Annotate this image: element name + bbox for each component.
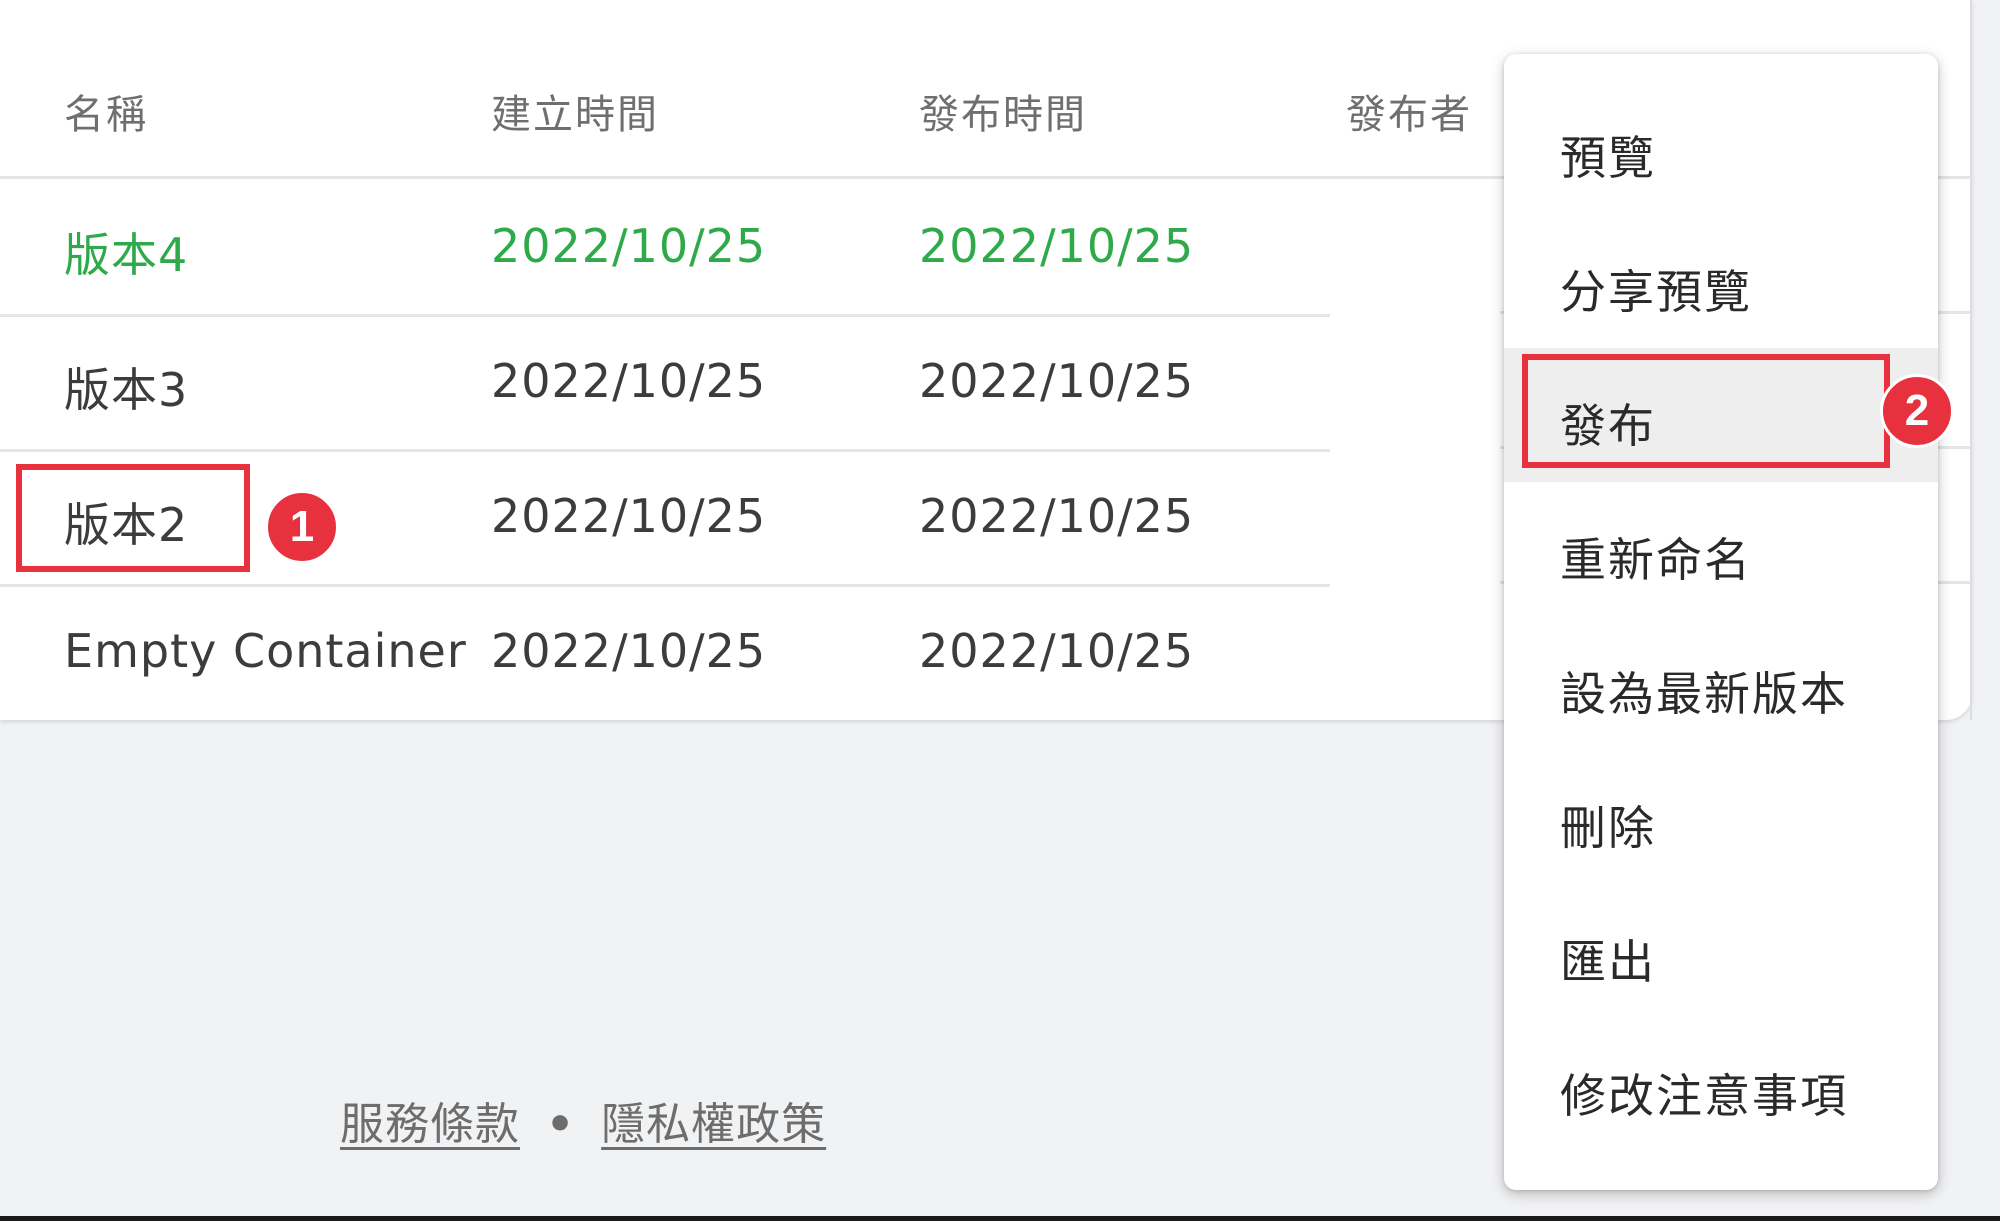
menu-item-rename[interactable]: 重新命名 [1504, 482, 1938, 616]
bottom-edge [0, 1216, 2000, 1221]
version-context-menu: 預覽 分享預覽 發布 重新命名 設為最新版本 刪除 匯出 修改注意事項 [1504, 54, 1938, 1190]
table-row-version4[interactable]: 版本4 2022/10/25 2022/10/25 [0, 179, 1330, 317]
version-name: 版本3 [64, 363, 189, 417]
annotation-badge-1: 1 [265, 490, 339, 564]
privacy-link[interactable]: 隱私權政策 [601, 1099, 826, 1150]
menu-item-label: 修改注意事項 [1560, 1069, 1848, 1123]
column-header-created[interactable]: 建立時間 [491, 82, 659, 140]
menu-item-label: 設為最新版本 [1560, 667, 1848, 721]
annotation-highlight-publish [1522, 354, 1890, 468]
menu-item-label: 重新命名 [1560, 533, 1752, 587]
menu-item-label: 預覽 [1560, 131, 1656, 185]
menu-item-label: 刪除 [1560, 801, 1656, 855]
created-date: 2022/10/25 [491, 624, 767, 678]
created-date: 2022/10/25 [491, 354, 767, 408]
footer-separator: • [546, 1099, 576, 1150]
published-date: 2022/10/25 [919, 489, 1195, 543]
menu-item-delete[interactable]: 刪除 [1504, 750, 1938, 884]
column-header-publisher[interactable]: 發布者 [1346, 82, 1472, 140]
menu-item-preview[interactable]: 預覽 [1504, 80, 1938, 214]
page: 名稱 建立時間 發布時間 發布者 版本4 2022/10/25 2022/10/… [0, 0, 2000, 1221]
menu-item-edit-notes[interactable]: 修改注意事項 [1504, 1018, 1938, 1152]
table-row-version3[interactable]: 版本3 2022/10/25 2022/10/25 [0, 314, 1330, 452]
created-date: 2022/10/25 [491, 489, 767, 543]
published-date: 2022/10/25 [919, 624, 1195, 678]
published-date: 2022/10/25 [919, 354, 1195, 408]
terms-link[interactable]: 服務條款 [340, 1099, 520, 1150]
menu-item-set-latest[interactable]: 設為最新版本 [1504, 616, 1938, 750]
annotation-highlight-version2 [16, 464, 250, 572]
menu-item-label: 分享預覽 [1560, 265, 1752, 319]
menu-item-export[interactable]: 匯出 [1504, 884, 1938, 1018]
published-date: 2022/10/25 [919, 219, 1195, 273]
table-row-empty-container[interactable]: Empty Container 2022/10/25 2022/10/25 [0, 584, 1330, 719]
version-name: 版本4 [64, 228, 189, 282]
column-header-name[interactable]: 名稱 [64, 82, 148, 140]
annotation-badge-2: 2 [1880, 374, 1954, 448]
column-header-published[interactable]: 發布時間 [919, 82, 1087, 140]
version-name: Empty Container [64, 624, 467, 678]
menu-item-share-preview[interactable]: 分享預覽 [1504, 214, 1938, 348]
footer-links: 服務條款 • 隱私權政策 [340, 1088, 826, 1152]
created-date: 2022/10/25 [491, 219, 767, 273]
menu-item-label: 匯出 [1560, 935, 1656, 989]
